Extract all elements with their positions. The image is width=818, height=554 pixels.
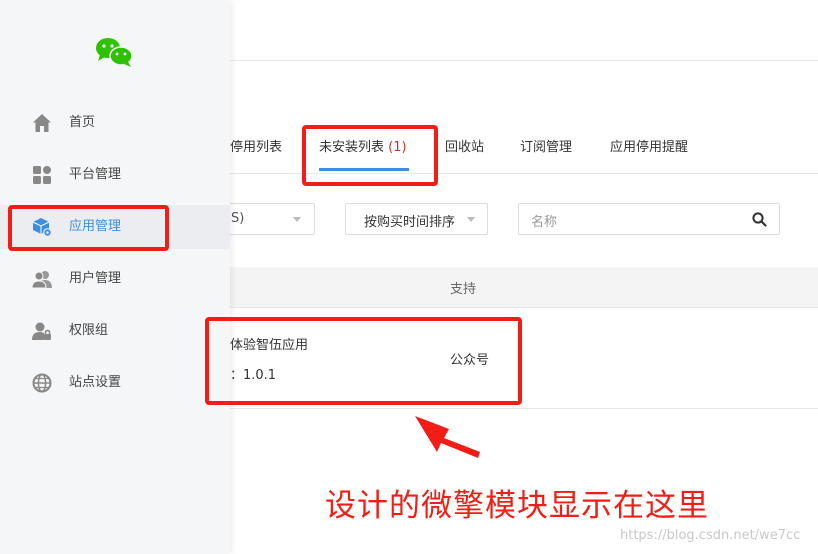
globe-icon [32, 373, 52, 393]
sidebar-item-permissions[interactable]: 权限组 [0, 309, 230, 353]
users-icon [32, 271, 52, 289]
sidebar-item-site-settings[interactable]: 站点设置 [0, 361, 230, 405]
sidebar-item-label: 权限组 [69, 323, 109, 338]
search-placeholder: 名称 [531, 215, 558, 230]
annotation-text: 设计的微擎模块显示在这里 [325, 488, 709, 524]
column-header-support: 支持 [450, 282, 477, 297]
tab-subscriptions[interactable]: 订阅管理 [520, 129, 572, 169]
sort-select[interactable]: 按购买时间排序 [345, 203, 488, 235]
search-icon[interactable] [752, 212, 767, 227]
tab-label: 回收站 [445, 140, 485, 155]
tab-disabled-list[interactable]: 停用列表 [230, 129, 282, 169]
tab-label: 停用列表 [230, 140, 283, 155]
tab-recycle-bin[interactable]: 回收站 [445, 129, 484, 169]
user-lock-icon [32, 322, 51, 340]
tab-disable-reminder[interactable]: 应用停用提醒 [610, 129, 688, 169]
highlight-box-row [205, 317, 522, 405]
annotation-arrow-icon [415, 416, 480, 458]
chevron-down-icon [293, 217, 301, 222]
table-header: 支持 [230, 267, 818, 308]
tab-label: 订阅管理 [520, 140, 573, 155]
sidebar-item-label: 站点设置 [69, 375, 122, 390]
sidebar-item-label: 平台管理 [69, 167, 122, 182]
sort-select-value: 按购买时间排序 [364, 215, 456, 230]
chevron-down-icon [467, 217, 475, 222]
type-select-value: S) [231, 211, 245, 226]
sidebar-item-label: 用户管理 [69, 271, 122, 286]
home-icon [33, 114, 51, 132]
sidebar-item-label: 首页 [69, 115, 96, 130]
grid-icon [33, 166, 51, 184]
sidebar: 首页 平台管理 应用管理 用户管理 权限组 站点设置 [0, 0, 230, 554]
wechat-logo-icon [96, 38, 133, 67]
sidebar-item-platform[interactable]: 平台管理 [0, 153, 230, 197]
sidebar-item-users[interactable]: 用户管理 [0, 257, 230, 301]
highlight-box-tab [302, 125, 438, 186]
highlight-box-apps [8, 205, 169, 251]
search-input[interactable]: 名称 [518, 203, 780, 235]
watermark: https://blog.csdn.net/we7cc [620, 528, 801, 543]
sidebar-item-home[interactable]: 首页 [0, 101, 230, 145]
tab-label: 应用停用提醒 [610, 140, 689, 155]
